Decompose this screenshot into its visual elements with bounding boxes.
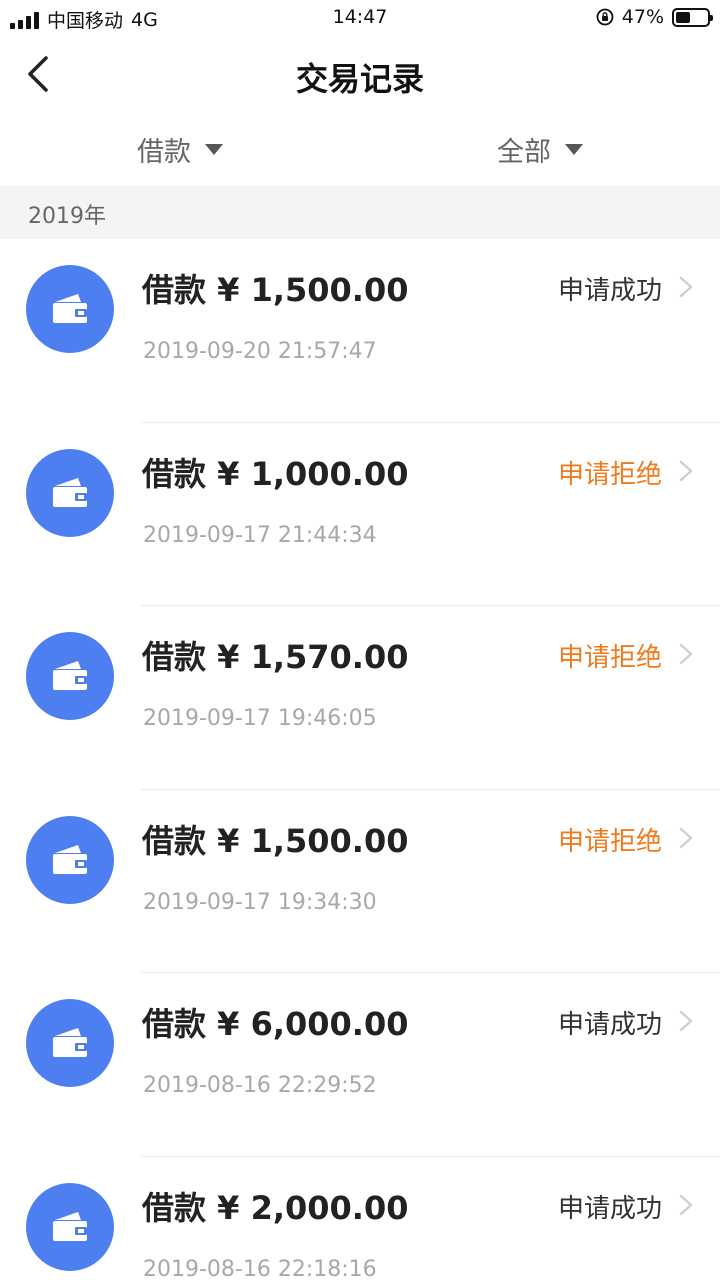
transaction-row[interactable]: 借款 ¥ 2,000.00 2019-08-16 22:18:16 申请成功 (0, 1157, 720, 1280)
battery-fill (676, 11, 691, 23)
transaction-type: 借款 (142, 1188, 207, 1227)
wallet-icon (26, 448, 114, 537)
filter-status-label: 全部 (497, 136, 551, 168)
nav-bar: 交易记录 (0, 40, 720, 112)
transaction-list: 借款 ¥ 1,500.00 2019-09-20 21:57:47 申请成功 借… (0, 239, 720, 1280)
wallet-icon (26, 265, 114, 353)
transaction-amount: ¥ 6,000.00 (217, 1005, 409, 1043)
year-section-header: 2019年 (0, 186, 720, 239)
chevron-right-icon (679, 1194, 693, 1215)
transaction-date: 2019-09-17 19:34:30 (143, 889, 377, 915)
transaction-status: 申请成功 (557, 1010, 662, 1040)
transaction-amount: ¥ 1,500.00 (217, 821, 409, 860)
transaction-amount: ¥ 2,000.00 (217, 1188, 409, 1227)
transaction-title: 借款 ¥ 1,500.00 (142, 265, 408, 311)
transaction-title: 借款 ¥ 1,000.00 (142, 449, 408, 495)
transaction-date: 2019-09-17 19:46:05 (143, 706, 377, 731)
transaction-status: 申请成功 (557, 1193, 662, 1224)
page-title: 交易记录 (295, 60, 424, 98)
transaction-date: 2019-08-16 22:29:52 (143, 1073, 377, 1098)
year-label: 2019年 (28, 204, 106, 229)
transaction-row[interactable]: 借款 ¥ 1,570.00 2019-09-17 19:46:05 申请拒绝 (0, 606, 720, 790)
status-bar: 中国移动 4G 14:47 47% (0, 0, 720, 36)
transaction-status: 申请成功 (557, 276, 662, 306)
filter-status-dropdown[interactable]: 全部 (360, 116, 720, 182)
wallet-icon (26, 632, 114, 720)
transaction-row[interactable]: 借款 ¥ 1,500.00 2019-09-20 21:57:47 申请成功 (0, 239, 720, 423)
transaction-date: 2019-09-20 21:57:47 (143, 339, 377, 364)
transaction-date: 2019-08-16 22:18:16 (143, 1256, 377, 1280)
transaction-title: 借款 ¥ 1,500.00 (142, 816, 408, 862)
chevron-right-icon (679, 460, 693, 481)
rotation-lock-icon (596, 8, 614, 26)
transaction-title: 借款 ¥ 6,000.00 (142, 999, 408, 1045)
transaction-row[interactable]: 借款 ¥ 1,000.00 2019-09-17 21:44:34 申请拒绝 (0, 423, 720, 606)
transaction-amount: ¥ 1,000.00 (217, 454, 409, 493)
wallet-icon (26, 815, 114, 904)
transaction-title: 借款 ¥ 1,570.00 (142, 632, 408, 678)
transaction-status: 申请拒绝 (557, 826, 662, 857)
chevron-right-icon (679, 1010, 693, 1032)
transaction-type: 借款 (142, 821, 207, 860)
filter-bar: 借款 全部 (0, 116, 720, 182)
transaction-status: 申请拒绝 (557, 459, 662, 490)
wallet-icon (26, 1182, 114, 1271)
caret-down-icon (205, 143, 223, 155)
battery-percent: 47% (621, 6, 664, 28)
caret-down-icon (565, 143, 583, 155)
transaction-date: 2019-09-17 21:44:34 (143, 522, 377, 548)
battery-icon (672, 7, 713, 27)
status-right: 47% (596, 6, 713, 28)
filter-type-label: 借款 (137, 136, 191, 168)
transaction-amount: ¥ 1,570.00 (217, 638, 409, 676)
chevron-right-icon (679, 276, 693, 298)
chevron-right-icon (679, 643, 693, 665)
transaction-type: 借款 (142, 454, 207, 493)
transaction-type: 借款 (142, 271, 207, 309)
filter-type-dropdown[interactable]: 借款 (0, 116, 360, 182)
transaction-row[interactable]: 借款 ¥ 6,000.00 2019-08-16 22:29:52 申请成功 (0, 973, 720, 1157)
wallet-icon (26, 999, 114, 1087)
transaction-title: 借款 ¥ 2,000.00 (142, 1183, 408, 1229)
transaction-type: 借款 (142, 1005, 207, 1043)
transaction-amount: ¥ 1,500.00 (217, 271, 409, 309)
transaction-type: 借款 (142, 638, 207, 676)
transaction-status: 申请拒绝 (557, 643, 662, 673)
transaction-row[interactable]: 借款 ¥ 1,500.00 2019-09-17 19:34:30 申请拒绝 (0, 790, 720, 973)
chevron-right-icon (679, 827, 693, 848)
